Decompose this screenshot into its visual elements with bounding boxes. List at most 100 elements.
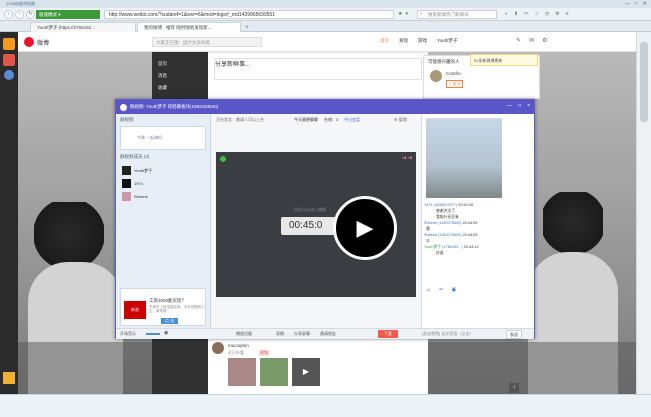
message-list: 1974 (4039627577) 20:42:49 感谢关注了 我咱什还没有 … (424, 202, 533, 256)
tab-label: Youth梦子 (https://2766192... (37, 25, 95, 30)
weibo-search-input[interactable]: 大家正在搜：国外女孩失踪 (152, 37, 262, 47)
maximize-icon[interactable]: □ (635, 1, 638, 7)
minimize-icon[interactable]: — (625, 1, 630, 7)
msg-time: 20:44:09 (462, 233, 478, 237)
scrollbar-thumb[interactable] (640, 42, 648, 122)
dropdown-icon[interactable]: ▾ (405, 11, 408, 17)
extension-icon[interactable]: ◐ (505, 11, 508, 17)
weibo-logo[interactable]: 微博 (37, 38, 49, 47)
refresh-icon[interactable]: ↻ (26, 10, 35, 19)
play-button[interactable]: ▶ (333, 196, 397, 260)
feed-image[interactable] (228, 358, 256, 386)
nav-discover[interactable]: 发现 (399, 38, 408, 44)
feed-image[interactable] (260, 358, 288, 386)
center-link[interactable]: 今日会話 (344, 117, 360, 123)
device-settings[interactable]: 播放设备 (236, 331, 252, 337)
post-composer: 分享新鲜事... (208, 54, 428, 98)
tab-youth[interactable]: Youth梦子 (https://2766192... (30, 22, 136, 32)
emoji-icon[interactable]: ☺ (426, 287, 431, 293)
address-bar: ‹ › ↻ 极速模式 ▾ http://www.weibo.com/?sudar… (0, 8, 651, 21)
page-scrollbar[interactable] (636, 32, 651, 394)
play-icon[interactable]: ▶ (292, 358, 320, 386)
msg-id: (4039627577) (433, 203, 458, 207)
menu-item-home[interactable]: 首页 (158, 58, 167, 70)
scissors-icon[interactable]: ✂ (524, 11, 528, 17)
menu-icon[interactable]: ≡ (566, 11, 569, 17)
mic-icon[interactable]: ◉ (164, 330, 168, 336)
settings-icon[interactable] (3, 372, 15, 384)
settings-icon[interactable]: ⚙ 管理 (394, 117, 407, 123)
chat-left-panel: 群视频 今晚 一起嗨吗 群视频成员 (3) Youth梦子 1974 Shire… (116, 114, 211, 328)
weibo-logo-icon[interactable] (24, 37, 34, 47)
ad-box[interactable]: 新浪 工资3000能买房？ 不用不上班也能买房，可实现轻松人生，原来就... 点… (120, 288, 206, 326)
msg-name[interactable]: 1974 (424, 203, 432, 207)
star-icon[interactable]: ★ (398, 11, 402, 17)
url-input[interactable]: http://www.weibo.com/?sudaref=1&wvr=6&mo… (104, 10, 394, 19)
msg-name[interactable]: Shirene (424, 221, 437, 225)
member-item[interactable]: Shirene (122, 190, 152, 203)
live-indicator (220, 156, 226, 162)
message-icon[interactable]: ✉ (529, 37, 534, 44)
send-button[interactable]: 发送 (506, 330, 522, 339)
video-area[interactable]: ●4 ●0 点击可以进入播放 00:45:0 ▶ (216, 152, 416, 297)
tab-weibo[interactable]: 我的微博 - 推荐 随时随地发现新... (137, 22, 241, 32)
scissors-icon[interactable]: ✂ (439, 287, 443, 293)
avatar (122, 166, 131, 175)
ad-button[interactable]: 点 击 (161, 318, 179, 324)
gear-icon[interactable]: ⚙ (542, 37, 547, 44)
member-item[interactable]: Youth梦子 (122, 164, 152, 177)
bottom-left-label[interactable]: 开场音乐 (120, 331, 136, 337)
search-input[interactable]: 搜索新闻热门新闻词 (417, 10, 497, 19)
share-screen-button[interactable]: 分享屏幕 (294, 331, 310, 337)
invite-button[interactable]: 邀请朋友 (320, 331, 336, 337)
menu-item-favorites[interactable]: 收藏 (158, 82, 167, 94)
chat-right-panel: 1974 (4039627577) 20:42:49 感谢关注了 我咱什还没有 … (421, 114, 534, 328)
app-icon[interactable] (3, 38, 15, 50)
nav-user[interactable]: Youth梦子 (437, 38, 457, 44)
shared-photo[interactable] (426, 118, 502, 198)
speed-mode-badge[interactable]: 极速模式 ▾ (36, 10, 100, 19)
feed-item: mucoqmin 近日外看 视频 ▶ (208, 340, 428, 394)
download-icon[interactable]: ⬇ (514, 11, 518, 17)
browser-titlebar: 2345加速浏览器 — □ ✕ (0, 0, 651, 8)
chat-input[interactable]: [发送视频] 论文家画（点击） (422, 331, 473, 337)
weibo-icon[interactable] (3, 54, 15, 66)
forward-icon[interactable]: › (15, 10, 24, 19)
friend-post: 近日外看 (228, 350, 244, 355)
maximize-icon[interactable]: □ (518, 103, 521, 109)
menu-item-messages[interactable]: 消息 (158, 70, 167, 82)
history-icon[interactable]: ◷ (545, 11, 549, 17)
post-input[interactable]: 分享新鲜事... (214, 58, 422, 80)
back-to-top-button[interactable]: ↑ (509, 383, 519, 393)
leave-mic-button[interactable]: 下麦 (378, 330, 398, 338)
avatar[interactable] (212, 342, 224, 354)
member-item[interactable]: 1974 (122, 177, 152, 190)
member-name: 1974 (134, 181, 143, 186)
game-icon[interactable] (4, 70, 14, 80)
avatar[interactable] (430, 70, 442, 82)
nav-home[interactable]: 首页 (380, 38, 389, 44)
emoji-button[interactable]: 表情 (276, 331, 284, 337)
tools-icon[interactable]: ⚙ (555, 11, 559, 17)
compose-icon[interactable]: ✎ (516, 37, 521, 44)
close-icon[interactable]: × (527, 103, 530, 109)
new-tab-button[interactable]: + (242, 24, 252, 31)
minimize-icon[interactable]: — (507, 103, 512, 109)
msg-text: 好诶 (436, 251, 444, 255)
viewer-badge: 0 (409, 155, 412, 160)
ad-logo: 新浪 (124, 301, 146, 319)
image-icon[interactable]: ▣ (451, 287, 456, 293)
update-notice[interactable]: 52条新微博更新 (470, 54, 538, 66)
msg-id: (1182075600) (438, 233, 462, 237)
viewer-badges: ●4 ●0 (401, 155, 412, 160)
popup-user[interactable]: Comfro (446, 71, 461, 76)
msg-name[interactable]: Shirene (424, 233, 437, 237)
follow-button[interactable]: + 关注 (446, 80, 464, 88)
friend-name[interactable]: mucoqmin (228, 343, 249, 348)
msg-name[interactable]: Youth梦子 (424, 245, 441, 249)
volume-slider[interactable] (146, 333, 160, 335)
bookmark-icon[interactable]: ☆ (534, 11, 538, 17)
back-icon[interactable]: ‹ (4, 10, 13, 19)
close-icon[interactable]: ✕ (643, 1, 647, 7)
nav-games[interactable]: 游戏 (418, 38, 427, 44)
